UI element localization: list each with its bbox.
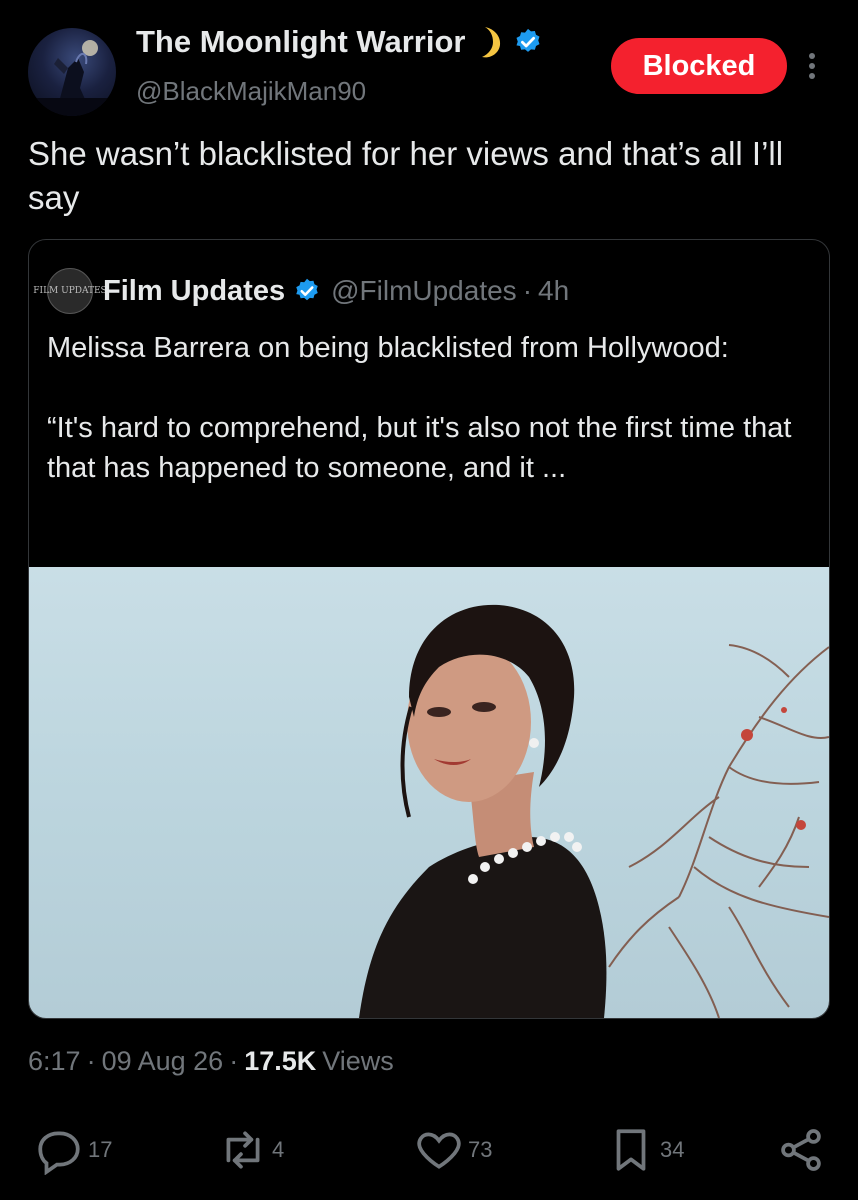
- repost-icon: [218, 1125, 268, 1175]
- author-handle[interactable]: @BlackMajikMan90: [136, 76, 366, 107]
- quoted-tweet-header: FILM UPDATES Film Updates @FilmUpdates ·…: [33, 268, 570, 314]
- quoted-author-name[interactable]: Film Updates: [103, 275, 285, 308]
- author-display-name-row[interactable]: The Moonlight Warrior: [136, 24, 543, 60]
- separator-dot: ·: [522, 275, 533, 306]
- photo-illustration: [359, 604, 829, 1018]
- like-button[interactable]: 73: [414, 1122, 492, 1178]
- share-icon: [776, 1125, 826, 1175]
- avatar-art: [28, 40, 116, 116]
- tweet-text: She wasn’t blacklisted for her views and…: [28, 135, 784, 216]
- quoted-tweet-text: Melissa Barrera on being blacklisted fro…: [47, 328, 817, 488]
- tweet-date[interactable]: 09 Aug 26: [102, 1046, 224, 1077]
- reply-button[interactable]: 17: [34, 1122, 112, 1178]
- reply-count: 17: [88, 1137, 113, 1162]
- quoted-tweet-time: 4h: [538, 275, 570, 306]
- quoted-tweet-photo[interactable]: [29, 567, 829, 1018]
- heart-icon: [414, 1125, 464, 1175]
- repost-button[interactable]: 4: [218, 1122, 284, 1178]
- quoted-author-avatar[interactable]: FILM UPDATES: [33, 268, 107, 314]
- like-count: 73: [468, 1137, 493, 1162]
- views-count[interactable]: 17.5K: [244, 1046, 316, 1077]
- quoted-tweet-text-line: “It's hard to comprehend, but it's also …: [47, 412, 792, 484]
- more-options-icon[interactable]: [800, 44, 824, 88]
- quoted-tweet-card[interactable]: FILM UPDATES Film Updates @FilmUpdates ·…: [28, 239, 830, 1019]
- bookmark-count: 34: [660, 1137, 685, 1162]
- repost-count: 4: [272, 1137, 285, 1162]
- quoted-tweet-text-line: Melissa Barrera on being blacklisted fro…: [47, 332, 729, 364]
- crescent-moon-icon: [473, 24, 505, 60]
- share-button[interactable]: [776, 1122, 826, 1178]
- reply-icon: [34, 1125, 84, 1175]
- tweet-meta: 6:17 · 09 Aug 26 · 17.5K Views: [28, 1046, 394, 1077]
- verified-badge-icon: [293, 277, 321, 305]
- tweet-time[interactable]: 6:17: [28, 1046, 81, 1077]
- separator-dot: ·: [229, 1046, 239, 1076]
- quoted-author-handle[interactable]: @FilmUpdates: [331, 275, 517, 307]
- author-display-name[interactable]: The Moonlight Warrior: [136, 24, 465, 60]
- bookmark-icon: [606, 1125, 656, 1175]
- blocked-button[interactable]: Blocked: [611, 38, 787, 94]
- separator-dot: ·: [86, 1046, 96, 1076]
- verified-badge-icon[interactable]: [513, 27, 543, 57]
- avatar[interactable]: [28, 28, 116, 116]
- bookmark-button[interactable]: 34: [606, 1122, 684, 1178]
- action-bar: 17 4 73 34: [0, 1122, 858, 1182]
- views-label[interactable]: Views: [322, 1046, 394, 1077]
